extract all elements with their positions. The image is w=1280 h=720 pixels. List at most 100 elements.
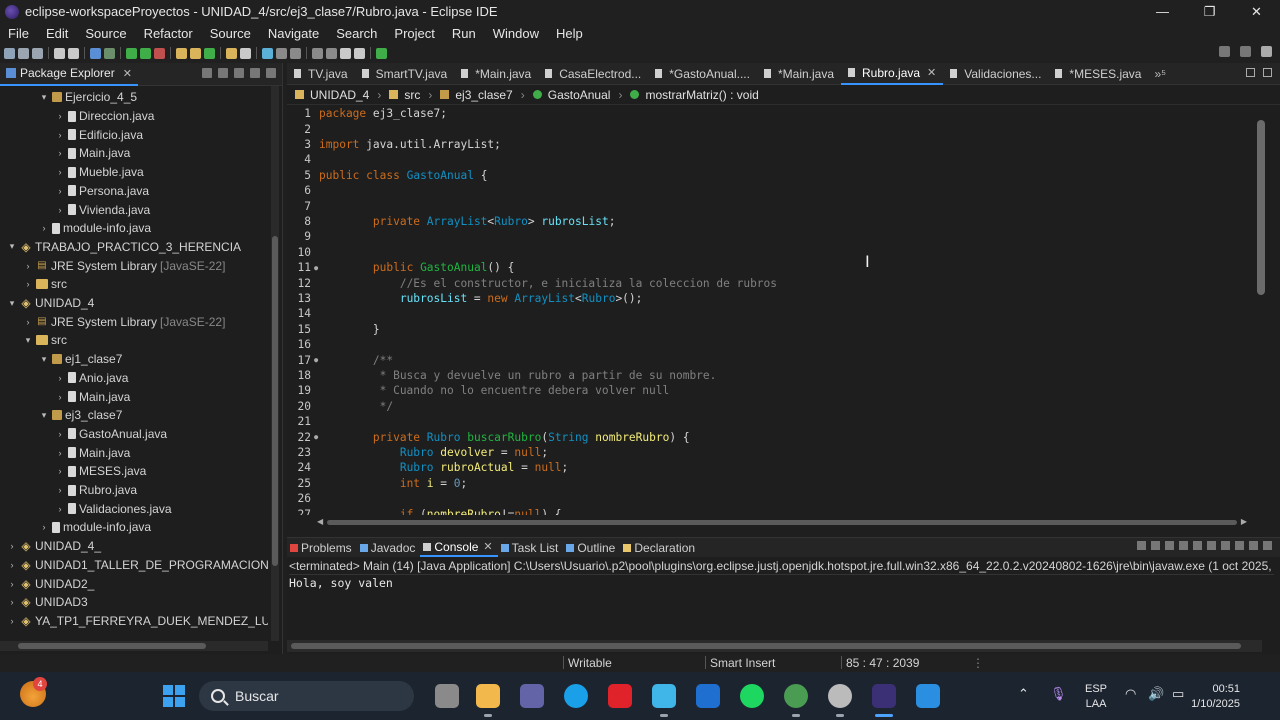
code-line[interactable]: 9 bbox=[287, 229, 1252, 244]
code-line[interactable]: 8 private ArrayList<Rubro> rubrosList; bbox=[287, 214, 1252, 229]
open-console-icon[interactable] bbox=[1235, 541, 1244, 550]
code-line[interactable]: 24 Rubro rubroActual = null; bbox=[287, 460, 1252, 475]
tree-item[interactable]: › MESES.java bbox=[54, 462, 147, 481]
language-indicator[interactable]: ESP LAA bbox=[1085, 682, 1107, 712]
editor-tab[interactable]: *MESES.java bbox=[1048, 63, 1148, 85]
menu-edit[interactable]: Edit bbox=[38, 26, 77, 41]
tree-item[interactable]: › ▤ JRE System Library [JavaSE-22] bbox=[22, 312, 226, 331]
breadcrumb-package[interactable]: ej3_clase7 bbox=[455, 88, 512, 102]
close-window-button[interactable]: ✕ bbox=[1233, 0, 1280, 23]
editor-tab[interactable]: TV.java bbox=[287, 63, 355, 85]
chevron-right-icon[interactable]: › bbox=[54, 429, 66, 439]
open-type-icon[interactable] bbox=[226, 47, 237, 59]
tree-item[interactable]: › ◈ UNIDAD3 bbox=[6, 593, 88, 612]
code-line[interactable]: 21 bbox=[287, 414, 1252, 429]
redo-icon[interactable] bbox=[68, 47, 79, 59]
minimize-button[interactable]: — bbox=[1139, 0, 1186, 23]
wifi-icon[interactable]: ◠ bbox=[1125, 686, 1136, 702]
editor-tab[interactable]: SmartTV.java bbox=[355, 63, 455, 85]
editor-vertical-scrollbar[interactable] bbox=[1252, 105, 1265, 515]
package-explorer-vertical-scrollbar[interactable] bbox=[271, 86, 279, 641]
editor-tab[interactable]: *Main.java bbox=[757, 63, 841, 85]
new-class-icon[interactable] bbox=[204, 47, 215, 59]
package-explorer-horizontal-scrollbar[interactable] bbox=[0, 641, 268, 651]
chevron-right-icon[interactable]: › bbox=[22, 279, 34, 289]
minimize-panel-icon[interactable] bbox=[1249, 541, 1258, 550]
skip-breakpoints-icon[interactable] bbox=[90, 47, 101, 59]
tree-item[interactable]: ›◈ YA_TP1_FERREYRA_DUEK_MENDEZ_LUZ.zip_e bbox=[6, 612, 269, 631]
menu-search[interactable]: Search bbox=[328, 26, 386, 41]
forward-icon[interactable] bbox=[354, 47, 365, 59]
run-icon[interactable] bbox=[126, 47, 137, 59]
breadcrumb-method[interactable]: mostrarMatriz() : void bbox=[645, 88, 758, 102]
console-horizontal-scrollbar[interactable] bbox=[287, 640, 1262, 652]
chrome-icon[interactable] bbox=[784, 684, 808, 708]
new-java-project-icon[interactable] bbox=[176, 47, 187, 59]
code-line[interactable]: 4 bbox=[287, 152, 1252, 167]
tree-item[interactable]: › module-info.java bbox=[38, 219, 152, 238]
tree-item[interactable]: ▾ ◈ TRABAJO_PRACTICO_3_HERENCIA bbox=[6, 238, 241, 257]
chevron-right-icon[interactable]: › bbox=[6, 616, 18, 626]
menu-source-2[interactable]: Source bbox=[202, 26, 260, 41]
panel-tab[interactable]: Problems bbox=[287, 538, 357, 557]
chevron-right-icon[interactable]: › bbox=[54, 485, 66, 495]
chevron-right-icon[interactable]: › bbox=[54, 205, 66, 215]
remove-all-icon[interactable] bbox=[1165, 541, 1174, 550]
search-icon[interactable] bbox=[1219, 46, 1230, 57]
menu-navigate[interactable]: Navigate bbox=[260, 26, 328, 41]
chevron-right-icon[interactable]: › bbox=[54, 392, 66, 402]
task-view-icon[interactable] bbox=[435, 684, 459, 708]
chevron-right-icon[interactable]: › bbox=[54, 466, 66, 476]
tree-item[interactable]: › Edificio.java bbox=[54, 125, 144, 144]
console-output[interactable]: Hola, soy valen bbox=[289, 576, 393, 590]
edge-icon[interactable] bbox=[564, 684, 588, 708]
code-line[interactable]: 25 int i = 0; bbox=[287, 476, 1252, 491]
close-tab-icon[interactable]: ✕ bbox=[927, 66, 936, 79]
menu-project[interactable]: Project bbox=[386, 26, 443, 41]
minimize-view-icon[interactable] bbox=[250, 68, 260, 78]
tree-item[interactable]: › module-info.java bbox=[38, 518, 152, 537]
menu-help[interactable]: Help bbox=[548, 26, 592, 41]
show-whitespace-icon[interactable] bbox=[290, 47, 301, 59]
panel-tab[interactable]: Task List bbox=[498, 538, 564, 557]
code-line[interactable]: 14 bbox=[287, 306, 1252, 321]
chevron-down-icon[interactable]: ▾ bbox=[38, 92, 50, 103]
tree-item[interactable]: › Main.java bbox=[54, 443, 131, 462]
tree-item[interactable]: › Persona.java bbox=[54, 182, 150, 201]
save-icon[interactable] bbox=[18, 47, 29, 59]
code-line[interactable]: 20 */ bbox=[287, 399, 1252, 414]
code-line[interactable]: 2 bbox=[287, 121, 1252, 136]
tree-item[interactable]: › Mueble.java bbox=[54, 163, 144, 182]
panel-tab[interactable]: Javadoc bbox=[357, 538, 421, 557]
breadcrumb-project[interactable]: UNIDAD_4 bbox=[310, 88, 369, 102]
m365-copilot-icon[interactable] bbox=[652, 684, 676, 708]
tree-item[interactable]: › ▤ JRE System Library [JavaSE-22] bbox=[22, 256, 226, 275]
maximize-panel-icon[interactable] bbox=[1263, 541, 1272, 550]
menu-source[interactable]: Source bbox=[77, 26, 135, 41]
code-line[interactable]: 7 bbox=[287, 198, 1252, 213]
tree-item[interactable]: › Validaciones.java bbox=[54, 499, 172, 518]
open-perspective-icon[interactable] bbox=[1240, 46, 1251, 57]
pin-editor-icon[interactable] bbox=[376, 47, 387, 59]
terminate-icon[interactable] bbox=[1137, 541, 1146, 550]
code-line[interactable]: 12 //Es el constructor, e inicializa la … bbox=[287, 275, 1252, 290]
code-line[interactable]: 1 package ej3_clase7; bbox=[287, 106, 1252, 121]
menu-run[interactable]: Run bbox=[444, 26, 485, 41]
breadcrumb-src[interactable]: src bbox=[404, 88, 420, 102]
editor-tab[interactable]: Rubro.java ✕ bbox=[841, 63, 944, 85]
tree-item[interactable]: ▾ ◈ UNIDAD_4 bbox=[6, 294, 95, 313]
editor-tabs-overflow[interactable]: »⁵ bbox=[1154, 67, 1166, 81]
debug-icon[interactable] bbox=[104, 47, 115, 59]
chevron-right-icon[interactable]: › bbox=[6, 579, 18, 589]
settings-icon[interactable] bbox=[828, 684, 852, 708]
remove-launch-icon[interactable] bbox=[1151, 541, 1160, 550]
chevron-right-icon[interactable]: › bbox=[38, 223, 50, 233]
chevron-right-icon[interactable]: › bbox=[22, 317, 34, 327]
chevron-right-icon[interactable]: › bbox=[54, 111, 66, 121]
maximize-view-icon[interactable] bbox=[266, 68, 276, 78]
tree-item[interactable]: › GastoAnual.java bbox=[54, 425, 168, 444]
clock[interactable]: 00:51 1/10/2025 bbox=[1188, 682, 1240, 712]
show-hidden-icons-icon[interactable]: ⌃ bbox=[1018, 686, 1029, 702]
code-line[interactable]: 26 bbox=[287, 491, 1252, 506]
menu-refactor[interactable]: Refactor bbox=[136, 26, 202, 41]
